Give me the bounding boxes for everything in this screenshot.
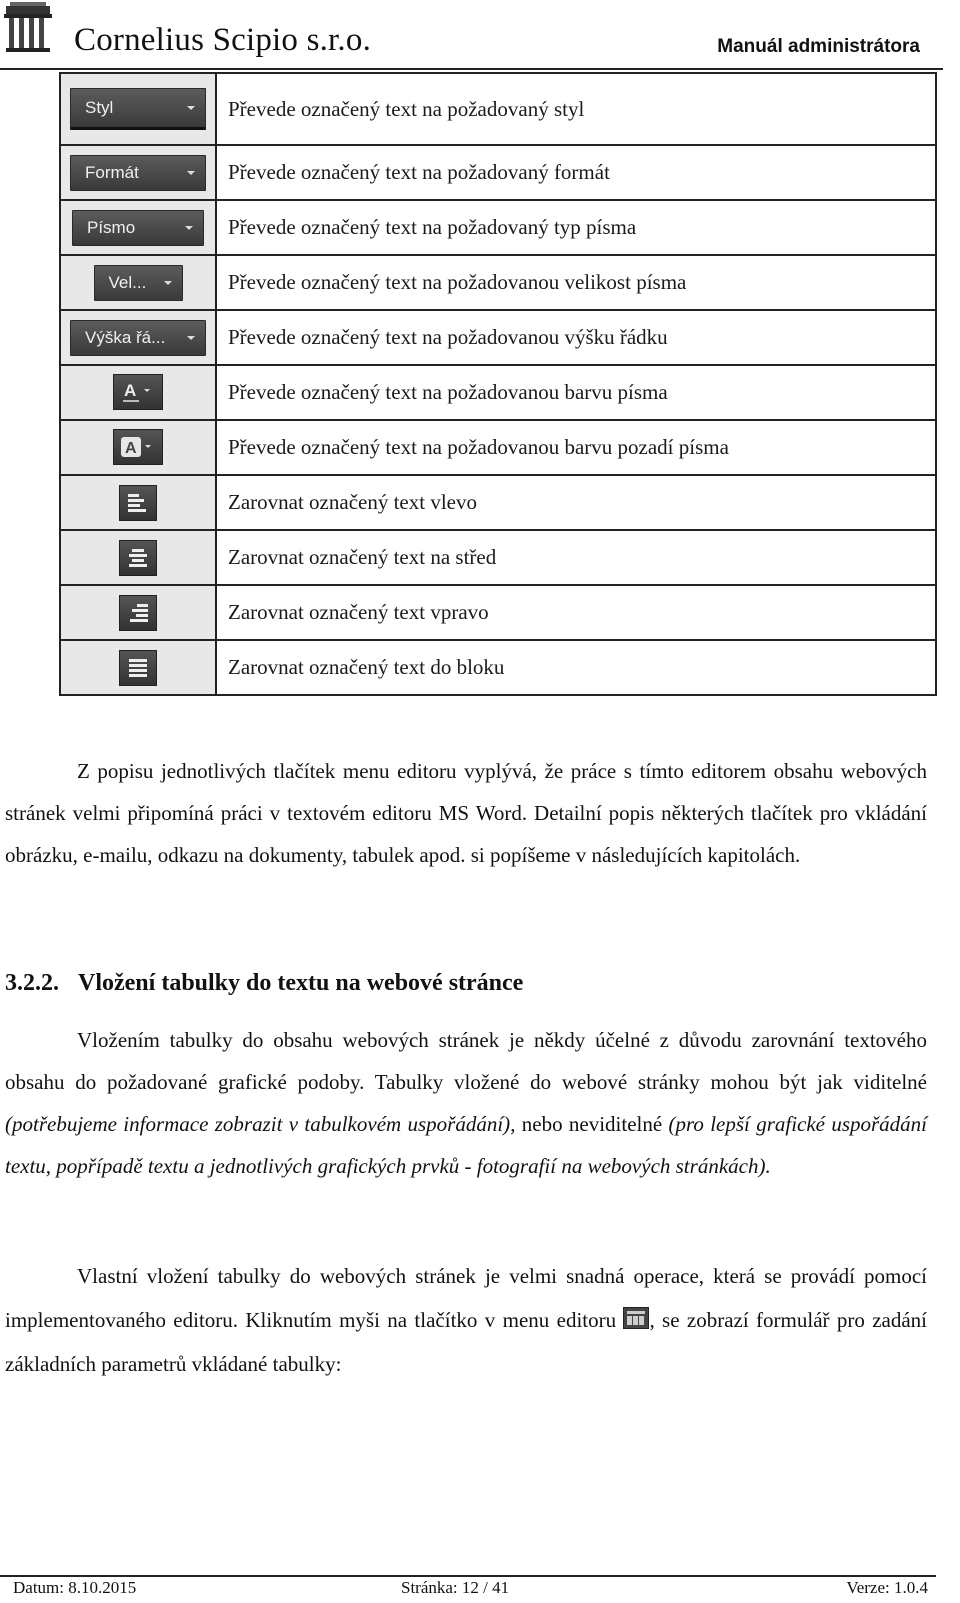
font-color-button[interactable]: A xyxy=(113,373,163,410)
table-row: Výška řá... Převede označený text na pož… xyxy=(59,309,937,366)
table-row: Vel... Převede označený text na požadova… xyxy=(59,254,937,311)
row-description: Převede označený text na požadovanou bar… xyxy=(215,364,937,421)
background-color-button[interactable]: A xyxy=(113,428,163,465)
table-row: A Převede označený text na požadovanou b… xyxy=(59,419,937,476)
table-row: Formát Převede označený text na požadova… xyxy=(59,144,937,201)
chevron-down-icon xyxy=(187,170,195,175)
section-heading: 3.2.2. Vložení tabulky do textu na webové… xyxy=(5,970,523,997)
intro-paragraph: Z popisu jednotlivých tlačítek menu edit… xyxy=(5,759,927,867)
align-left-icon xyxy=(128,494,148,512)
row-description: Převede označený text na požadovanou bar… xyxy=(215,419,937,476)
background-color-icon: A xyxy=(121,436,151,457)
chevron-down-icon xyxy=(163,280,172,285)
svg-text:A: A xyxy=(124,381,136,400)
align-center-button[interactable] xyxy=(119,540,157,576)
align-right-icon xyxy=(128,604,148,622)
table-row: Zarovnat označený text vlevo xyxy=(59,474,937,531)
chevron-down-icon xyxy=(187,335,195,340)
section-number: 3.2.2. xyxy=(5,970,59,996)
table-row: Zarovnat označený text na střed xyxy=(59,529,937,586)
table-row: Zarovnat označený text do bloku xyxy=(59,639,937,696)
row-description: Převede označený text na požadovanou vel… xyxy=(215,254,937,311)
row-description: Zarovnat označený text na střed xyxy=(215,529,937,586)
align-left-button[interactable] xyxy=(119,485,157,521)
style-dropdown[interactable]: Styl xyxy=(70,88,206,130)
table-row: A Převede označený text na požadovanou b… xyxy=(59,364,937,421)
svg-text:A: A xyxy=(125,440,137,457)
align-right-button[interactable] xyxy=(119,595,157,631)
row-description: Zarovnat označený text do bloku xyxy=(215,639,937,696)
footer-version: Verze: 1.0.4 xyxy=(846,1578,928,1597)
font-size-dropdown[interactable]: Vel... xyxy=(93,264,183,301)
row-description: Zarovnat označený text vlevo xyxy=(215,474,937,531)
align-justify-button[interactable] xyxy=(119,650,157,686)
building-columns-icon xyxy=(4,2,52,52)
font-color-icon: A xyxy=(123,381,150,402)
row-description: Převede označený text na požadovaný form… xyxy=(215,144,937,201)
table-row: Zarovnat označený text vpravo xyxy=(59,584,937,641)
manual-title: Manuál administrátora xyxy=(717,36,920,57)
page-header: Cornelius Scipio s.r.o. Manuál administr… xyxy=(0,0,960,70)
header-divider xyxy=(0,68,943,70)
row-description: Převede označený text na požadovanou výš… xyxy=(215,309,937,366)
font-dropdown[interactable]: Písmo xyxy=(72,209,204,246)
footer-divider xyxy=(0,1575,936,1577)
footer-date: Datum: 8.10.2015 xyxy=(13,1578,137,1597)
align-center-icon xyxy=(128,549,148,567)
table-row: Styl Převede označený text na požadovaný… xyxy=(59,72,937,146)
align-justify-icon xyxy=(129,659,147,677)
row-description: Převede označený text na požadovaný styl xyxy=(215,72,937,146)
chevron-down-icon xyxy=(185,225,193,230)
line-height-dropdown[interactable]: Výška řá... xyxy=(70,319,206,356)
company-name: Cornelius Scipio s.r.o. xyxy=(74,22,372,58)
footer-page-number: Stránka: 12 / 41 xyxy=(401,1578,510,1597)
section-title: Vložení tabulky do textu na webové strán… xyxy=(78,970,524,996)
insert-table-icon xyxy=(623,1307,650,1329)
table-intro-paragraph: Vložením tabulky do obsahu webových strá… xyxy=(5,1028,928,1178)
format-dropdown[interactable]: Formát xyxy=(70,154,206,191)
row-description: Zarovnat označený text vpravo xyxy=(215,584,937,641)
chevron-down-icon xyxy=(187,106,195,110)
row-description: Převede označený text na požadovaný typ … xyxy=(215,199,937,256)
insert-table-paragraph: Vlastní vložení tabulky do webových strá… xyxy=(5,1264,927,1376)
table-row: Písmo Převede označený text na požadovan… xyxy=(59,199,937,256)
toolbar-buttons-table: Styl Převede označený text na požadovaný… xyxy=(59,72,937,696)
